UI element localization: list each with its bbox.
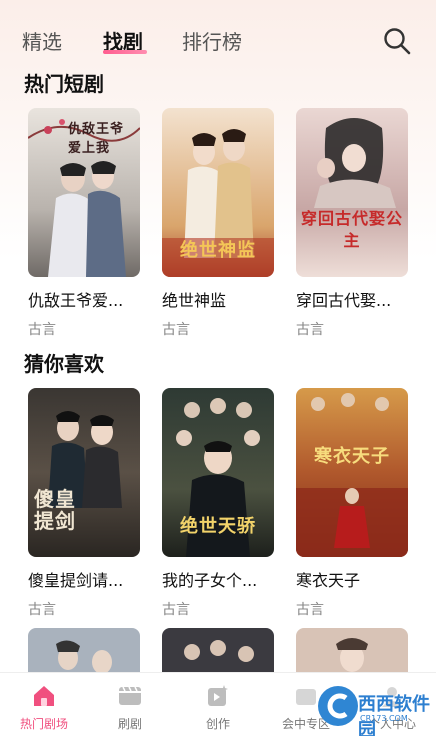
nav-label: 刷剧	[117, 717, 142, 731]
drama-poster[interactable]	[296, 628, 408, 672]
top-tab-bar: 精选 找剧 排行榜	[0, 0, 436, 68]
drama-genre-tag: 古言	[162, 322, 190, 338]
drama-card[interactable]	[296, 628, 408, 672]
drama-title: 寒衣天子	[296, 571, 361, 590]
drama-title: 傻皇提剑请...	[28, 571, 124, 590]
drama-card[interactable]: 绝世神监 绝世神监 古言	[162, 108, 274, 339]
drama-poster[interactable]: 寒衣天子	[296, 388, 408, 557]
tab-ranking[interactable]: 排行榜	[182, 26, 242, 55]
drama-poster[interactable]: 绝世天骄	[162, 388, 274, 557]
nav-label: 热门剧场	[19, 717, 68, 731]
poster-title-art: 绝世神监	[180, 240, 256, 261]
poster-title-art: 穿回古代娶公主	[300, 209, 403, 250]
nav-item-theater[interactable]: 热门剧场	[4, 683, 84, 732]
drama-card[interactable]: 绝世天骄 我的子女个... 古言	[162, 388, 274, 619]
drama-genre-tag: 古言	[162, 602, 190, 618]
watermark-text: 西西软件园	[358, 694, 430, 736]
zone-icon	[293, 683, 319, 709]
home-icon	[31, 683, 57, 709]
create-icon	[205, 683, 231, 709]
drama-card[interactable]: 穿回古代娶公主 穿回古代娶... 古言	[296, 108, 408, 339]
drama-title: 穿回古代娶...	[296, 291, 392, 310]
drama-poster[interactable]: 傻皇提剑	[28, 388, 140, 557]
video-icon	[117, 683, 143, 709]
drama-title: 仇敌王爷爱...	[28, 291, 124, 310]
drama-genre-tag: 古言	[296, 602, 324, 618]
search-icon[interactable]	[382, 26, 412, 56]
drama-card[interactable]: 仇敌王爷爱上我 仇敌王爷爱... 古言	[28, 108, 140, 339]
tab-featured[interactable]: 精选	[22, 26, 62, 55]
drama-card[interactable]: 寒衣天子 寒衣天子 古言	[296, 388, 408, 619]
nav-item-create[interactable]: 创作	[178, 683, 258, 732]
watermark-subtext: CR173.COM	[360, 714, 408, 723]
drama-card[interactable]	[28, 628, 140, 672]
active-tab-indicator	[103, 50, 147, 54]
drama-poster[interactable]: 绝世神监	[162, 108, 274, 277]
poster-title-art: 寒衣天子	[314, 446, 390, 467]
drama-poster[interactable]: 仇敌王爷爱上我	[28, 108, 140, 277]
drama-genre-tag: 古言	[28, 602, 56, 618]
drama-title: 绝世神监	[162, 291, 227, 310]
drama-poster[interactable]	[28, 628, 140, 672]
drama-genre-tag: 古言	[296, 322, 324, 338]
drama-poster[interactable]: 穿回古代娶公主	[296, 108, 408, 277]
watermark-logo-icon	[318, 686, 358, 726]
poster-title-art: 仇敌王爷爱上我	[68, 122, 125, 156]
drama-poster[interactable]	[162, 628, 274, 672]
poster-title-art: 傻皇提剑	[34, 487, 76, 533]
poster-title-art: 绝世天骄	[180, 516, 256, 537]
site-watermark: 西西软件园 CR173.COM	[318, 682, 436, 736]
nav-label: 创作	[205, 717, 230, 731]
section-title-guess: 猜你喜欢	[24, 352, 104, 376]
drama-genre-tag: 古言	[28, 322, 56, 338]
drama-card[interactable]: 傻皇提剑 傻皇提剑请... 古言	[28, 388, 140, 619]
drama-card[interactable]	[162, 628, 274, 672]
drama-title: 我的子女个...	[162, 571, 258, 590]
nav-item-browse[interactable]: 刷剧	[90, 683, 170, 732]
section-title-hot: 热门短剧	[24, 72, 104, 96]
